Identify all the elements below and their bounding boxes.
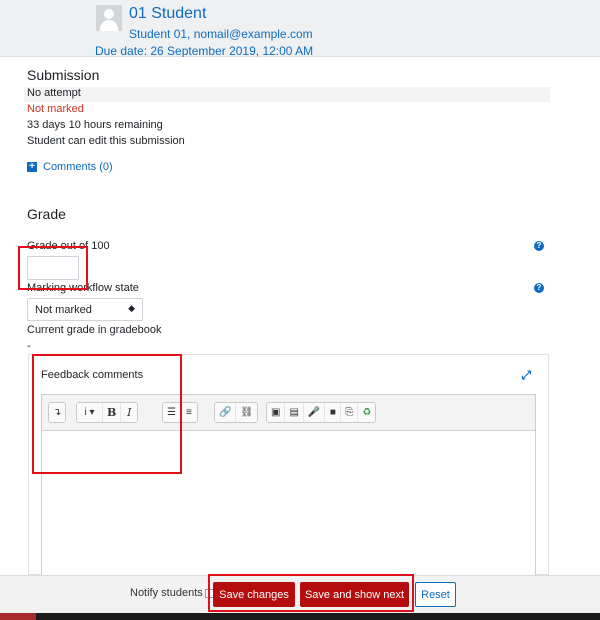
user-icon [104, 9, 114, 19]
notify-students[interactable]: Notify students [130, 587, 214, 599]
recycle-icon[interactable]: ♻ [358, 403, 376, 422]
feedback-title: Feedback comments [41, 369, 144, 381]
save-changes-button[interactable]: Save changes [213, 582, 295, 607]
italic-icon[interactable]: I [121, 403, 138, 422]
action-bar: Notify students Save changes Save and sh… [0, 574, 600, 613]
link-icon[interactable]: 🔗 [215, 403, 237, 422]
toolbar-group: ▣ ▤ 🎤 ■ ⎘ ♻ [266, 402, 377, 423]
help-icon[interactable]: ? [534, 283, 544, 293]
reset-button[interactable]: Reset [415, 582, 456, 607]
grader-header: 01 Student Student 01, nomail@example.co… [0, 0, 600, 58]
expand-icon[interactable]: ⤢ [521, 368, 531, 383]
due-date: Due date: 26 September 2019, 12:00 AM [95, 44, 314, 58]
student-email[interactable]: Student 01, nomail@example.com [129, 27, 313, 41]
save-and-show-next-button[interactable]: Save and show next [300, 582, 409, 607]
grading-panel: Submission No attempt Not marked 33 days… [0, 57, 600, 575]
toolbar-group: ☰ ≡ [162, 402, 198, 423]
current-grade-label: Current grade in gradebook [27, 324, 162, 336]
feedback-editor[interactable] [41, 431, 536, 575]
current-grade-value: - [27, 340, 31, 352]
workflow-label: Marking workflow state [27, 282, 139, 294]
paragraph-style-icon[interactable]: i ▾ [77, 403, 103, 422]
grading-status: Not marked [27, 103, 84, 115]
media-icon[interactable]: ▤ [285, 403, 304, 422]
workflow-selected-value: Not marked [35, 303, 92, 316]
help-icon[interactable]: ? [534, 241, 544, 251]
avatar[interactable] [96, 5, 122, 31]
time-remaining: 33 days 10 hours remaining [27, 119, 163, 131]
microphone-icon[interactable]: 🎤 [303, 403, 326, 422]
taskbar-accent [0, 613, 36, 620]
grade-title: Grade [27, 206, 66, 222]
collapse-icon[interactable]: ↴ [49, 403, 66, 422]
comments-toggle[interactable]: + Comments (0) [27, 161, 113, 173]
student-name[interactable]: 01 Student [129, 5, 206, 23]
bulleted-list-icon[interactable]: ☰ [163, 403, 181, 422]
bold-icon[interactable]: B [103, 403, 122, 422]
toolbar-group: ↴ [48, 402, 67, 423]
toolbar-group: i ▾ B I [76, 402, 139, 423]
notify-label: Notify students [130, 587, 203, 599]
toolbar-group: 🔗 ⛓ [214, 402, 259, 423]
plus-icon: + [27, 162, 37, 172]
select-caret-icon: ◆ [128, 303, 135, 313]
workflow-state-select[interactable]: Not marked ◆ [27, 298, 143, 321]
image-icon[interactable]: ▣ [267, 403, 286, 422]
comments-link-label: Comments (0) [43, 161, 113, 173]
grade-label: Grade out of 100 [27, 240, 110, 252]
feedback-panel: Feedback comments ⤢ ↴ i ▾ B I ☰ ≡ 🔗 ⛓ ▣ … [28, 354, 549, 575]
unlink-icon[interactable]: ⛓ [236, 403, 258, 422]
grade-input[interactable] [27, 256, 79, 280]
attempt-status: No attempt [24, 87, 550, 102]
manage-files-icon[interactable]: ⎘ [341, 403, 359, 422]
editor-toolbar: ↴ i ▾ B I ☰ ≡ 🔗 ⛓ ▣ ▤ 🎤 ■ ⎘ ♻ [41, 394, 536, 431]
video-camera-icon[interactable]: ■ [325, 403, 342, 422]
edit-status: Student can edit this submission [27, 135, 185, 147]
numbered-list-icon[interactable]: ≡ [180, 403, 197, 422]
submission-title: Submission [27, 67, 100, 83]
user-icon-body [100, 20, 118, 31]
taskbar [0, 613, 600, 620]
